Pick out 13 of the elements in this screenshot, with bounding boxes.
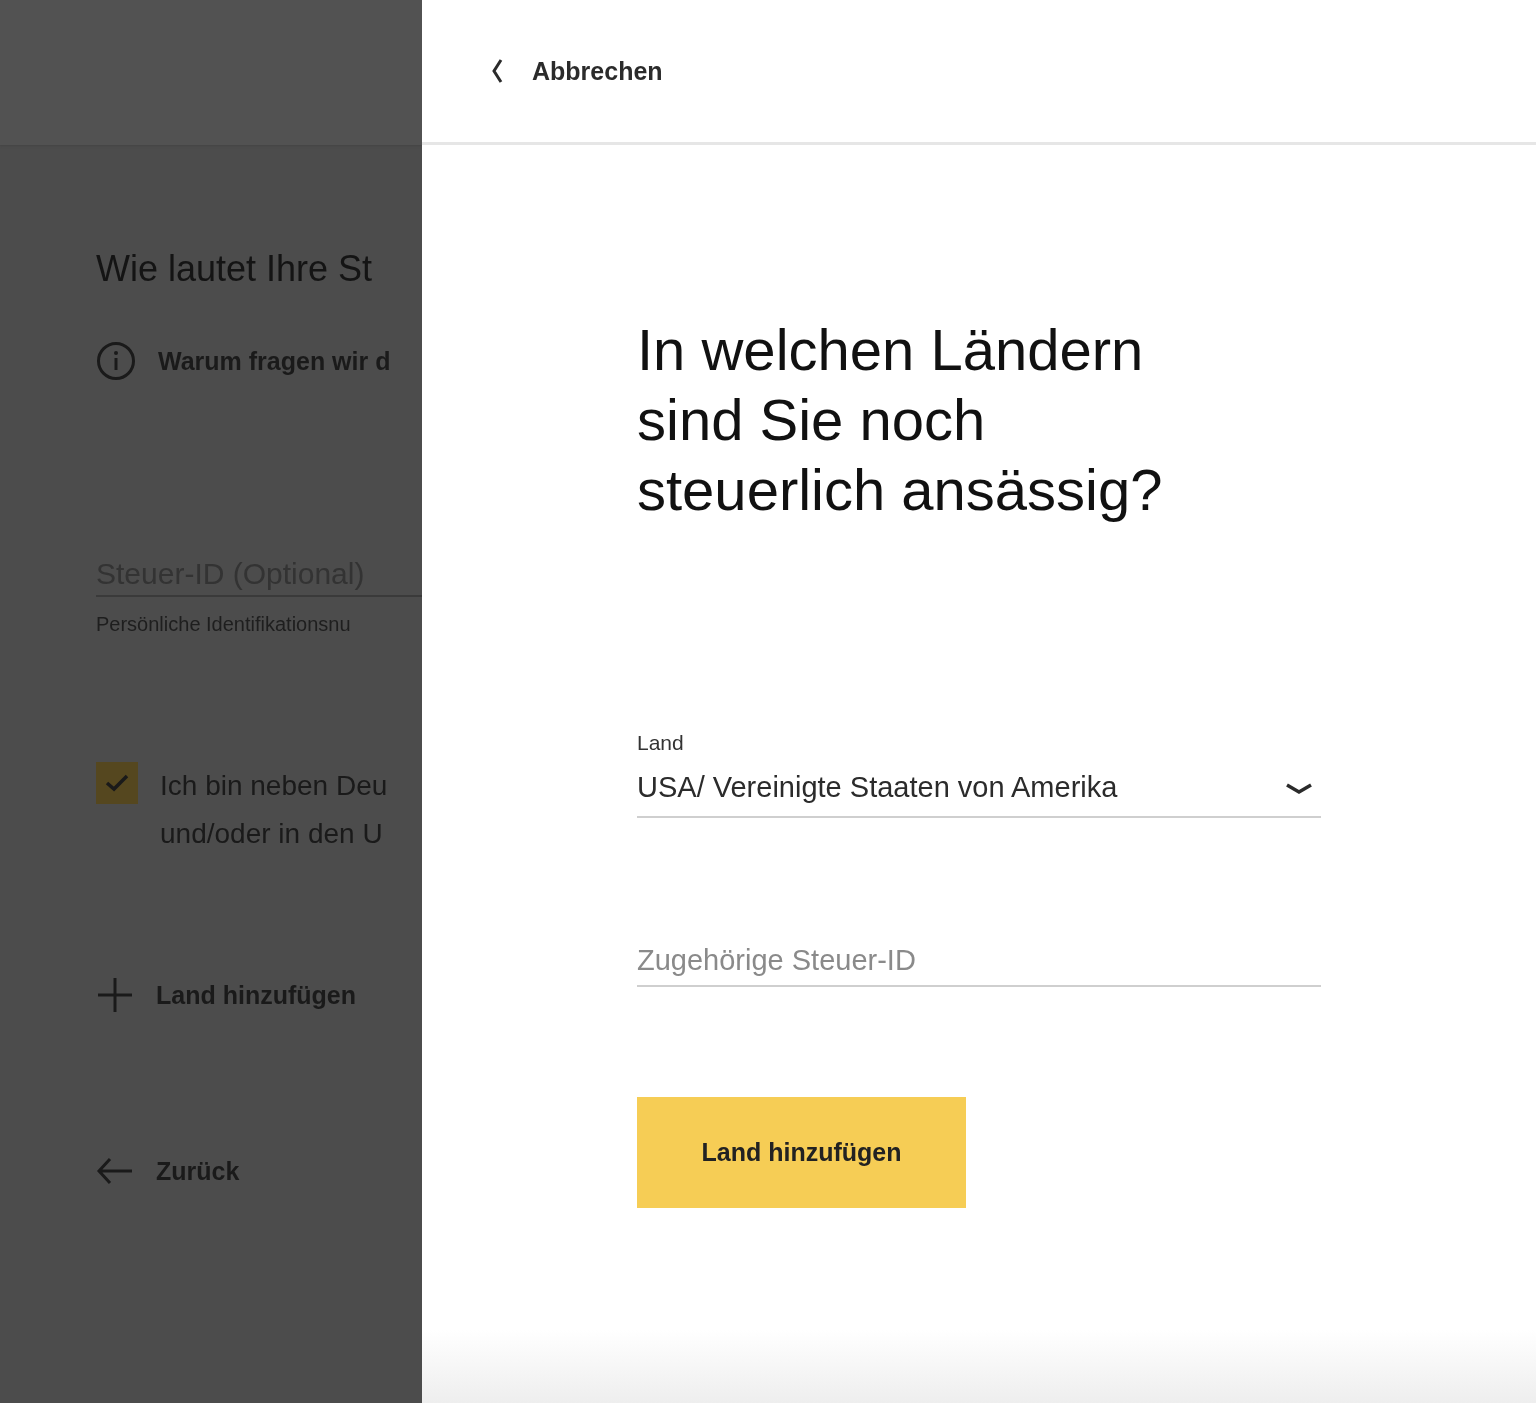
field-label: Land (637, 731, 685, 755)
check-icon (105, 774, 129, 792)
plus-icon (96, 976, 134, 1014)
chevron-left-icon (490, 58, 504, 84)
info-icon (96, 341, 136, 381)
country-select[interactable]: USA/ Vereinigte Staaten von Amerika (637, 771, 1321, 818)
page-title: Wie lautet Ihre St (96, 247, 374, 291)
checkbox[interactable] (96, 762, 138, 804)
add-country-button[interactable]: Land hinzufügen (637, 1097, 966, 1208)
panel-heading: In welchen Ländern sind Sie noch steuerlich ansässig? (637, 316, 1164, 524)
cancel-link[interactable]: Abbrechen (490, 56, 663, 86)
tax-id-input[interactable]: Zugehörige Steuer-ID (637, 944, 1321, 987)
back-arrow-icon (96, 1156, 134, 1186)
